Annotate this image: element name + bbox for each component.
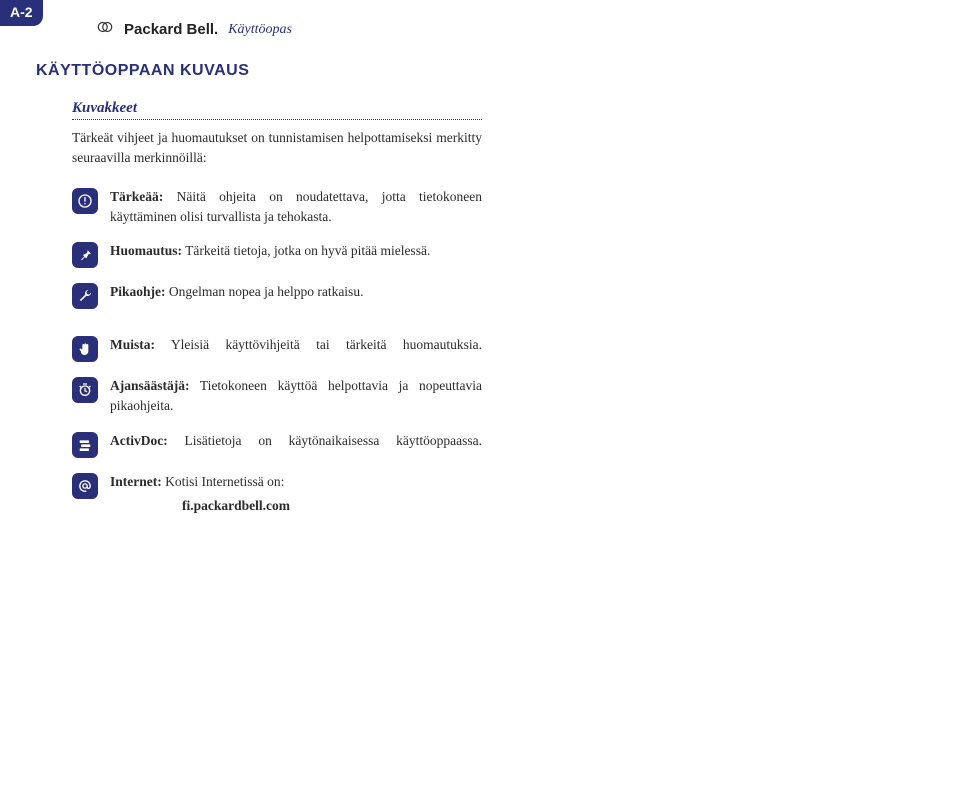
guide-title: Käyttöopas xyxy=(228,22,292,38)
divider-dotted xyxy=(72,119,482,120)
item-remember-text: Muista: Yleisiä käyttövihjeitä tai tärke… xyxy=(110,335,482,355)
pushpin-icon xyxy=(72,242,98,268)
item-activdoc-text: ActivDoc: Lisätietoja on käytönaikaisess… xyxy=(110,431,482,451)
item-internet-text: Internet: Kotisi Internetissä on: fi.pac… xyxy=(110,472,482,517)
item-important-text: Tärkeää: Näitä ohjeita on noudatettava, … xyxy=(110,187,482,228)
item-note-text: Huomautus: Tärkeitä tietoja, jotka on hy… xyxy=(110,241,482,261)
item-note: Huomautus: Tärkeitä tietoja, jotka on hy… xyxy=(72,241,482,268)
item-timesaver-text: Ajansäästäjä: Tietokoneen käyttöä helpot… xyxy=(110,376,482,417)
item-important: Tärkeää: Näitä ohjeita on noudatettava, … xyxy=(72,187,482,228)
at-sign-icon xyxy=(72,473,98,499)
item-quick-text: Pikaohje: Ongelman nopea ja helppo ratka… xyxy=(110,282,482,302)
brand-icon xyxy=(96,18,114,41)
exclamation-icon xyxy=(72,188,98,214)
item-timesaver: Ajansäästäjä: Tietokoneen käyttöä helpot… xyxy=(72,376,482,417)
section-title: KÄYTTÖOPPAAN KUVAUS xyxy=(36,62,249,80)
page-number-tab: A-2 xyxy=(0,0,43,26)
internet-url: fi.packardbell.com xyxy=(182,496,482,516)
item-activdoc: ActivDoc: Lisätietoja on käytönaikaisess… xyxy=(72,431,482,458)
document-stack-icon xyxy=(72,432,98,458)
item-remember: Muista: Yleisiä käyttövihjeitä tai tärke… xyxy=(72,335,482,362)
content-column: Kuvakkeet Tärkeät vihjeet ja huomautukse… xyxy=(72,100,482,530)
subhead-icons: Kuvakkeet xyxy=(72,100,482,117)
item-internet: Internet: Kotisi Internetissä on: fi.pac… xyxy=(72,472,482,517)
header: Packard Bell. Käyttöopas xyxy=(96,18,292,41)
wrench-icon xyxy=(72,283,98,309)
brand-name: Packard Bell. xyxy=(124,21,218,38)
hand-string-icon xyxy=(72,336,98,362)
item-quick: Pikaohje: Ongelman nopea ja helppo ratka… xyxy=(72,282,482,309)
intro-text: Tärkeät vihjeet ja huomautukset on tunni… xyxy=(72,128,482,169)
clock-icon xyxy=(72,377,98,403)
